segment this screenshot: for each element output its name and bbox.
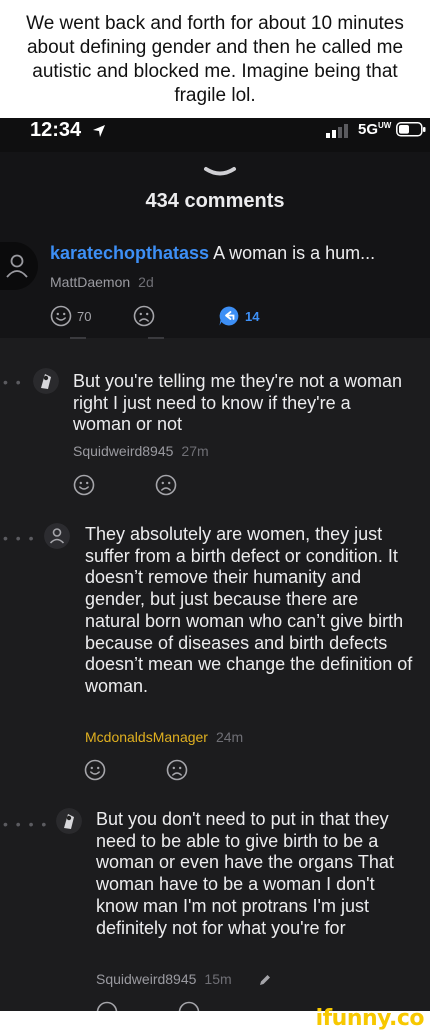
reply-to-username[interactable]: MattDaemon	[50, 274, 130, 290]
reply-meta: McdonaldsManager 24m	[85, 729, 243, 745]
thread-indent-dots: • • •	[3, 530, 36, 546]
reply-meta: Squidweird8945 15m	[96, 971, 232, 987]
main-comment-username[interactable]: karatechopthatass	[50, 243, 209, 263]
smile-icon[interactable]	[84, 759, 106, 781]
user-avatar-icon	[6, 254, 28, 278]
smile-icon[interactable]	[50, 305, 72, 327]
status-bar: 12:34 5GUW	[0, 118, 430, 152]
network-label: 5GUW	[358, 121, 392, 138]
signal-bars-icon	[326, 124, 348, 138]
reply-meta: Squidweird8945 27m	[73, 443, 209, 459]
like-count: 70	[77, 309, 92, 324]
comments-count-title: 434 comments	[145, 190, 285, 212]
reply-text: They absolutely are women, they just suf…	[85, 524, 413, 696]
thread-divider	[148, 337, 164, 339]
meme-caption: We went back and forth for about 10 minu…	[0, 0, 430, 118]
location-arrow-icon	[93, 125, 105, 137]
pencil-icon[interactable]	[258, 973, 272, 987]
main-comment-meta: MattDaemon 2d	[50, 274, 154, 290]
thread-divider	[70, 337, 86, 339]
battery-icon	[396, 122, 426, 137]
frown-icon[interactable]	[133, 305, 155, 327]
main-comment-line: karatechopthatass A woman is a hum...	[50, 243, 375, 264]
reply-author[interactable]: Squidweird8945	[73, 443, 173, 459]
frown-icon[interactable]	[166, 759, 188, 781]
reply-author[interactable]: McdonaldsManager	[85, 729, 208, 745]
thread-indent-dots: • •	[3, 374, 23, 390]
reply-author[interactable]: Squidweird8945	[96, 971, 196, 987]
comment-age: 2d	[138, 274, 154, 290]
thread-indent-dots: • • • •	[3, 816, 49, 832]
avatar[interactable]	[33, 368, 59, 394]
status-time: 12:34	[30, 119, 82, 141]
avatar[interactable]	[56, 808, 82, 834]
reply-bubble-icon[interactable]	[218, 305, 240, 327]
reply-text: But you're telling me they're not a woma…	[73, 371, 403, 435]
reply-count[interactable]: 14	[245, 309, 259, 324]
main-comment-text[interactable]: A woman is a hum...	[213, 243, 375, 263]
comment-age: 24m	[215, 729, 244, 745]
reply-text: But you don't need to put in that they n…	[96, 809, 394, 938]
ifunny-watermark: ifunny.co	[315, 1006, 425, 1031]
comment-age: 15m	[204, 971, 232, 987]
chevron-down-icon[interactable]	[203, 166, 237, 180]
comment-age: 27m	[181, 443, 209, 459]
frown-icon[interactable]	[155, 474, 177, 496]
avatar[interactable]	[44, 523, 70, 549]
smile-icon[interactable]	[73, 474, 95, 496]
